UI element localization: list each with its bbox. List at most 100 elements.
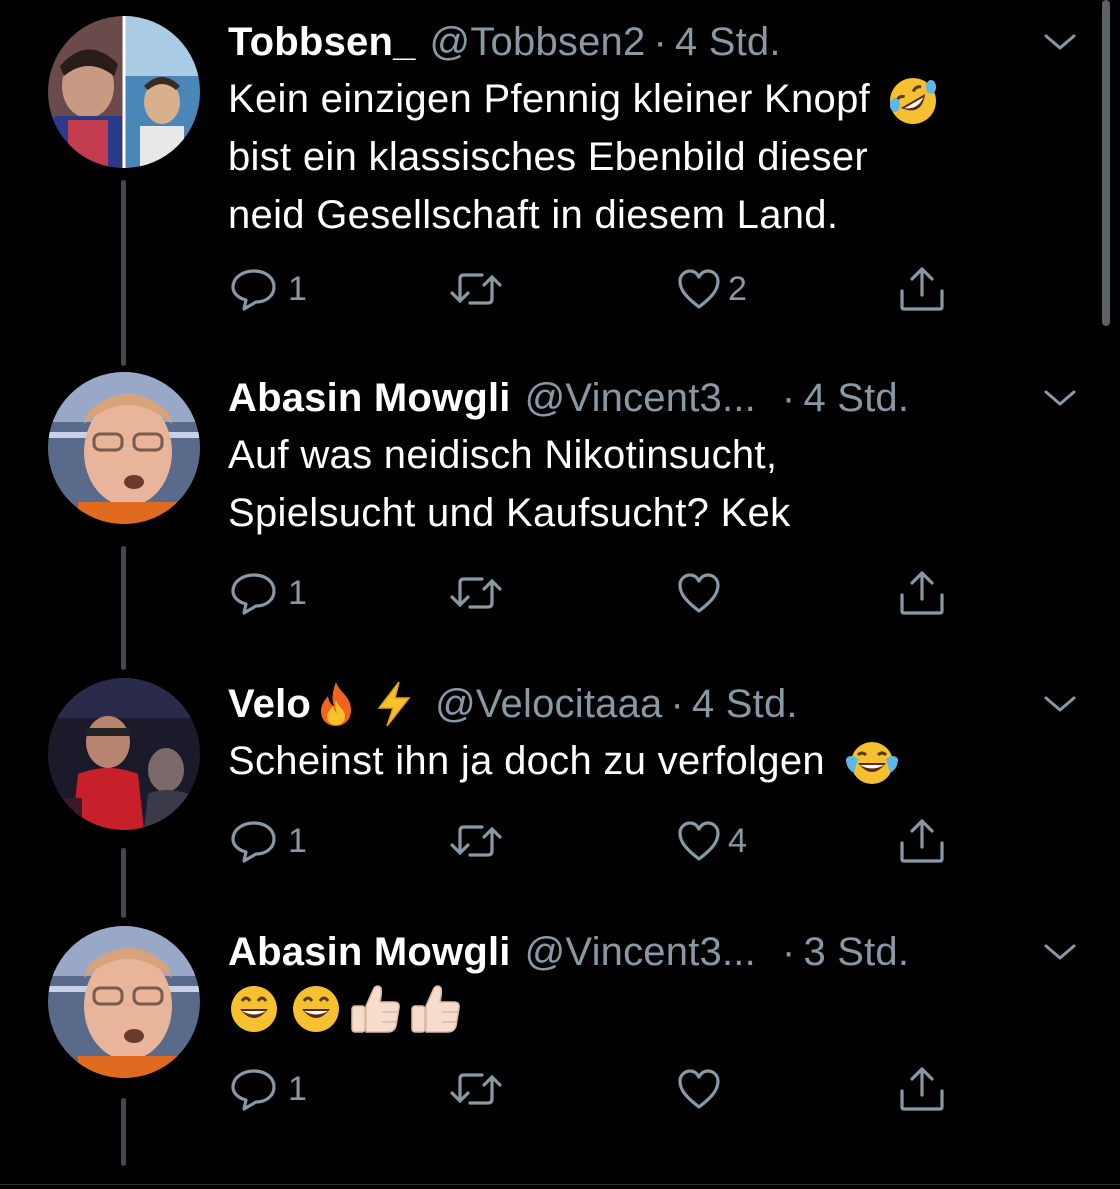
chevron-down-icon[interactable] — [1042, 30, 1078, 54]
chevron-down-icon[interactable] — [1042, 940, 1078, 964]
share-upload-icon — [900, 1067, 944, 1111]
tweet-2[interactable]: Abasin Mowgli @Vincent3... · 4 Std. Auf … — [0, 372, 1100, 672]
share-button[interactable] — [898, 1064, 946, 1114]
tweet-4[interactable]: Abasin Mowgli @Vincent3... · 3 Std. 1 — [0, 926, 1100, 1170]
thumbs-up-light-skin-emoji — [411, 985, 460, 1033]
user-handle[interactable]: @Tobbsen2 — [430, 20, 646, 65]
divider — [0, 1184, 1120, 1185]
grinning-face-emoji — [231, 986, 277, 1032]
retweet-button[interactable] — [448, 1064, 510, 1114]
chevron-down-icon[interactable] — [1042, 386, 1078, 410]
reply-bubble-icon — [231, 821, 276, 863]
separator-dot: · — [653, 19, 667, 64]
like-button[interactable]: 2 — [676, 264, 747, 314]
grinning-face-emoji — [293, 986, 339, 1032]
reply-count: 1 — [288, 573, 307, 612]
reply-button[interactable]: 1 — [228, 816, 307, 866]
separator-dot: · — [670, 681, 685, 726]
reply-count: 1 — [288, 269, 307, 308]
share-upload-icon — [900, 267, 944, 311]
face-with-tears-of-joy-emoji — [846, 742, 899, 785]
tweet-header: Abasin Mowgli @Vincent3... · 4 Std. — [228, 372, 1058, 424]
retweet-button[interactable] — [448, 264, 510, 314]
tweet-text — [228, 980, 1058, 1038]
avatar-abasin-mowgli[interactable] — [48, 926, 200, 1078]
action-bar: 1 — [228, 568, 988, 618]
text-segment: Kein einzigen Pfennig kleiner Knopf — [228, 77, 871, 121]
high-voltage-emoji — [377, 681, 411, 727]
separator-dot: · — [781, 375, 796, 420]
reply-bubble-icon — [231, 1069, 276, 1111]
avatar-tobbsen[interactable] — [48, 16, 200, 168]
tweet-header: Tobbsen_ @Tobbsen2 · 4 Std. — [228, 16, 1058, 68]
tweet-text-line: neid Gesellschaft in diesem Land. — [228, 193, 839, 237]
action-bar: 1 2 — [228, 264, 988, 314]
tweet-thread: Tobbsen_ @Tobbsen2 · 4 Std. Kein einzige… — [0, 0, 1120, 1189]
retweet-arrows-icon — [450, 825, 502, 857]
reply-count: 1 — [288, 821, 307, 860]
timestamp[interactable]: 4 Std. — [675, 20, 781, 65]
fire-emoji — [321, 682, 352, 726]
thumbs-up-light-skin-emoji — [351, 985, 400, 1033]
chevron-down-icon[interactable] — [1042, 692, 1078, 716]
user-handle[interactable]: @Vincent3... — [525, 376, 756, 421]
share-upload-icon — [900, 571, 944, 615]
text-segment: Scheinst ihn ja doch zu verfolgen — [228, 739, 825, 783]
tweet-header: Velo @Velocitaaa · 4 Std. — [228, 678, 1058, 730]
tweet-text-line: bist ein klassisches Ebenbild dieser — [228, 135, 869, 179]
avatar-velo[interactable] — [48, 678, 200, 830]
like-count: 2 — [728, 269, 747, 308]
like-button[interactable] — [676, 1064, 728, 1114]
retweet-arrows-icon — [450, 577, 502, 609]
share-button[interactable] — [898, 264, 946, 314]
reply-bubble-icon — [231, 573, 276, 615]
tweet-text: Auf was neidisch Nikotinsucht, Spielsuch… — [228, 426, 1058, 542]
tweet-1[interactable]: Tobbsen_ @Tobbsen2 · 4 Std. Kein einzige… — [0, 16, 1100, 366]
share-upload-icon — [900, 819, 944, 863]
user-handle[interactable]: @Vincent3... — [525, 930, 756, 975]
action-bar: 1 4 — [228, 816, 988, 866]
display-name[interactable]: Velo — [228, 682, 311, 727]
timestamp[interactable]: 4 Std. — [692, 682, 798, 727]
tweet-header: Abasin Mowgli @Vincent3... · 3 Std. — [228, 926, 1058, 978]
timestamp[interactable]: 3 Std. — [803, 930, 909, 975]
tweet-3[interactable]: Velo @Velocitaaa · 4 Std. Scheinst ihn j… — [0, 678, 1100, 922]
thread-connector — [121, 1098, 126, 1166]
share-button[interactable] — [898, 568, 946, 618]
like-button[interactable]: 4 — [676, 816, 747, 866]
avatar-abasin-mowgli[interactable] — [48, 372, 200, 524]
tweet-text: Kein einzigen Pfennig kleiner Knopf bist… — [228, 70, 1058, 244]
like-button[interactable] — [676, 568, 728, 618]
display-name[interactable]: Tobbsen_ — [228, 20, 416, 65]
reply-button[interactable]: 1 — [228, 264, 307, 314]
reply-button[interactable]: 1 — [228, 1064, 307, 1114]
display-name[interactable]: Abasin Mowgli — [228, 376, 511, 421]
heart-icon — [678, 1069, 720, 1109]
scrollbar[interactable] — [1102, 0, 1110, 326]
retweet-button[interactable] — [448, 816, 510, 866]
thread-connector — [121, 546, 126, 670]
reply-count: 1 — [288, 1069, 307, 1108]
tweet-text-line: Scheinst ihn ja doch zu verfolgen — [228, 732, 1058, 790]
thread-connector — [121, 848, 126, 918]
reply-button[interactable]: 1 — [228, 568, 307, 618]
tweet-text: Scheinst ihn ja doch zu verfolgen — [228, 732, 1058, 790]
reply-bubble-icon — [231, 269, 276, 311]
separator-dot: · — [781, 929, 796, 974]
heart-icon — [678, 821, 720, 861]
tweet-text-line — [228, 980, 1058, 1038]
retweet-button[interactable] — [448, 568, 510, 618]
tweet-text-line: Auf was neidisch Nikotinsucht, — [228, 433, 778, 477]
tweet-text-line: Kein einzigen Pfennig kleiner Knopf — [228, 70, 1058, 128]
timestamp[interactable]: 4 Std. — [803, 376, 909, 421]
retweet-arrows-icon — [450, 273, 502, 305]
tweet-text-line: Spielsucht und Kaufsucht? Kek — [228, 491, 791, 535]
like-count: 4 — [728, 821, 747, 860]
display-name[interactable]: Abasin Mowgli — [228, 930, 511, 975]
share-button[interactable] — [898, 816, 946, 866]
rolling-on-floor-laughing-emoji — [890, 78, 937, 125]
action-bar: 1 — [228, 1064, 988, 1114]
retweet-arrows-icon — [450, 1073, 502, 1105]
user-handle[interactable]: @Velocitaaa — [435, 682, 662, 727]
heart-icon — [678, 573, 720, 613]
